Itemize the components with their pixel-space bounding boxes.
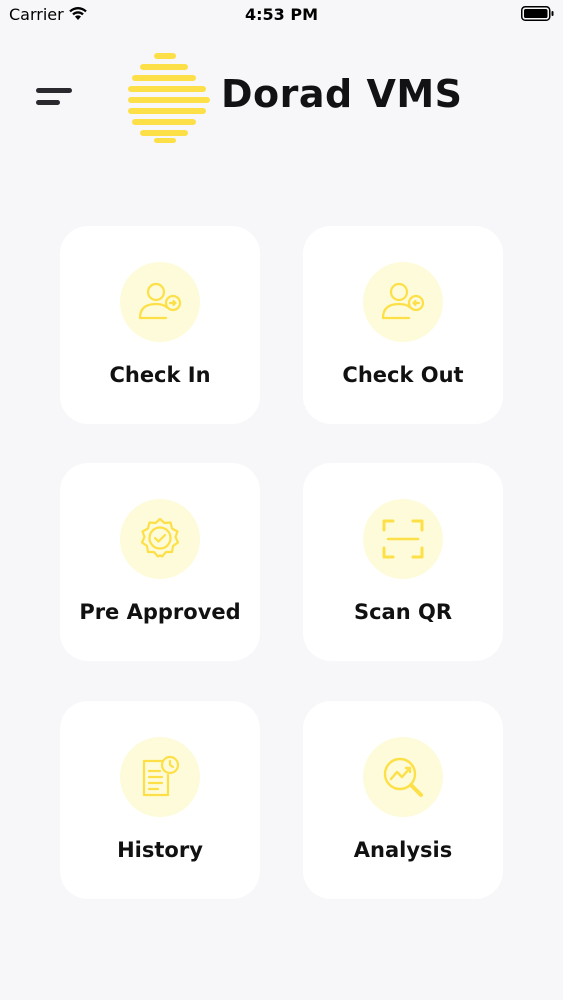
icon-circle xyxy=(363,737,443,817)
check-in-tile[interactable]: Check In xyxy=(60,226,260,424)
menu-bar-top xyxy=(36,88,72,93)
hamburger-menu-icon[interactable] xyxy=(34,86,74,112)
scan-qr-tile[interactable]: Scan QR xyxy=(303,463,503,661)
history-tile[interactable]: History xyxy=(60,701,260,899)
icon-circle xyxy=(363,499,443,579)
status-time: 4:53 PM xyxy=(244,5,318,24)
tile-label: Scan QR xyxy=(353,600,453,624)
scan-qr-icon xyxy=(382,519,424,559)
app-title: Dorad VMS xyxy=(221,72,463,116)
icon-circle xyxy=(120,262,200,342)
tile-label: Analysis xyxy=(353,838,453,862)
history-document-icon xyxy=(142,755,180,797)
analysis-tile[interactable]: Analysis xyxy=(303,701,503,899)
icon-circle xyxy=(363,262,443,342)
tile-label: Check Out xyxy=(342,363,464,387)
tile-label: History xyxy=(117,838,203,862)
check-out-tile[interactable]: Check Out xyxy=(303,226,503,424)
menu-bar-bottom xyxy=(36,100,60,105)
tile-label: Pre Approved xyxy=(79,600,241,624)
icon-circle xyxy=(120,737,200,817)
pre-approved-tile[interactable]: Pre Approved xyxy=(60,463,260,661)
tile-label: Check In xyxy=(109,363,211,387)
icon-circle xyxy=(120,499,200,579)
status-bar: Carrier 4:53 PM xyxy=(0,0,563,30)
dorad-logo xyxy=(128,53,210,143)
battery-icon xyxy=(521,6,554,21)
analysis-magnifier-icon xyxy=(383,757,423,797)
user-check-in-icon xyxy=(138,282,182,320)
approved-badge-icon xyxy=(140,517,180,558)
user-check-out-icon xyxy=(381,282,425,320)
